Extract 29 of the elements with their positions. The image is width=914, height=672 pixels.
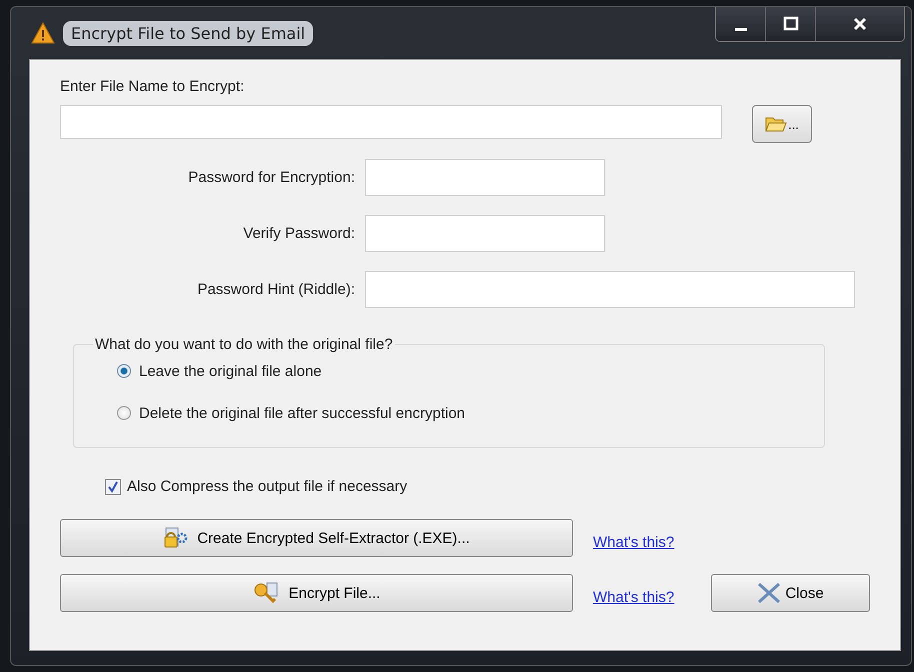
field-label: Password Hint (Riddle): xyxy=(196,281,355,298)
maximize-button[interactable] xyxy=(766,7,816,41)
field-label: Verify Password: xyxy=(242,225,355,242)
warning-icon xyxy=(31,22,55,44)
minimize-icon xyxy=(734,28,746,30)
close-button[interactable]: Close xyxy=(711,574,870,612)
close-icon xyxy=(852,16,868,32)
radio-option[interactable]: Delete the original file after successful encryption xyxy=(117,399,824,427)
compress-checkbox[interactable]: Also Compress the output file if necessary xyxy=(105,478,870,495)
lock-gear-icon xyxy=(163,527,190,549)
maximize-icon xyxy=(782,16,798,32)
password-field[interactable] xyxy=(365,215,605,252)
folder-icon xyxy=(765,116,788,132)
browse-button[interactable]: ... xyxy=(752,105,812,143)
action-button[interactable]: Create Encrypted Self-Extractor (.EXE)... xyxy=(60,519,573,557)
cross-icon xyxy=(757,582,782,604)
help-link[interactable]: What's this? xyxy=(593,534,674,550)
group-legend: What do you want to do with the original file? xyxy=(93,336,395,353)
field-label: Password for Encryption: xyxy=(187,169,355,186)
password-field[interactable] xyxy=(365,159,605,196)
file-name-field[interactable] xyxy=(60,105,722,139)
radio-option[interactable]: Leave the original file alone xyxy=(117,357,824,385)
help-link[interactable]: What's this? xyxy=(593,588,674,606)
password-field[interactable] xyxy=(365,271,855,308)
window-title: Encrypt File to Send by Email xyxy=(63,20,314,46)
action-button[interactable]: Encrypt File... xyxy=(60,574,573,612)
window-close-button[interactable] xyxy=(816,7,904,41)
minimize-button[interactable] xyxy=(716,7,766,41)
field-label: Enter File Name to Encrypt: xyxy=(60,78,246,95)
